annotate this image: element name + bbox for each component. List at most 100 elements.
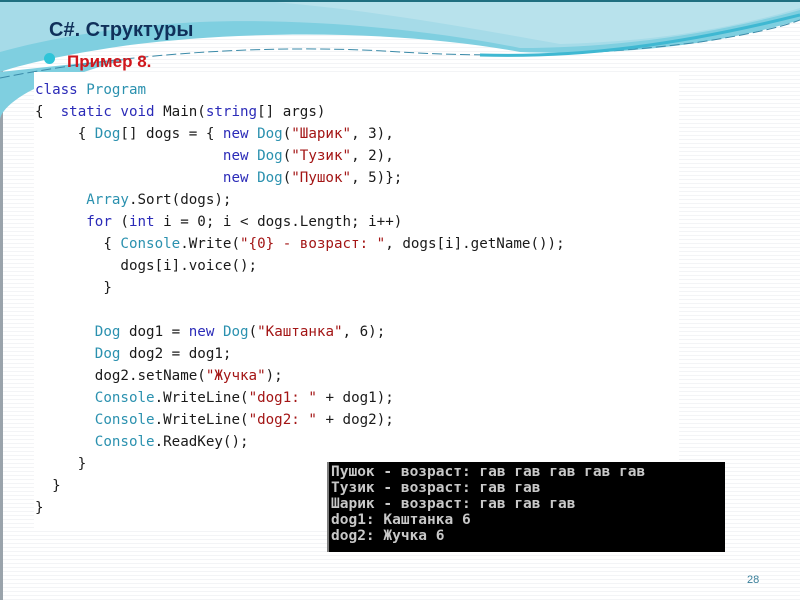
code-token: Dog [257, 170, 283, 186]
code-line: new Dog("Пушок", 5)}; [35, 167, 565, 189]
code-token: "{0} - возраст: " [240, 236, 386, 252]
slide-subtitle: Пример 8. [67, 52, 152, 71]
code-token: Dog [94, 324, 129, 340]
code-token: { [35, 126, 95, 142]
console-line: Шарик - возраст: гав гав гав [331, 496, 576, 512]
code-token: dogs[i].voice(); [35, 258, 258, 274]
code-token: class [35, 82, 87, 98]
code-line: Console.WriteLine("dog1: " + dog1); [35, 387, 565, 409]
code-token: [] dogs = { [120, 126, 223, 142]
code-token: "dog1: " [248, 390, 317, 406]
code-token: Array [86, 192, 129, 208]
code-token: new [222, 126, 258, 142]
code-token: } [35, 456, 87, 472]
code-token: Console [94, 390, 155, 406]
code-token: , 3), [351, 126, 394, 142]
code-token: Dog [94, 126, 121, 142]
code-token: dog2 = dog1; [128, 346, 232, 362]
code-token: .WriteLine( [154, 412, 249, 428]
code-token: "Тузик" [291, 148, 352, 164]
code-line: for (int i = 0; i < dogs.Length; i++) [35, 211, 565, 233]
code-token: for [86, 214, 121, 230]
code-token: Main( [163, 104, 206, 120]
code-line: Console.WriteLine("dog2: " + dog2); [35, 409, 565, 431]
console-output-window: Пушок - возраст: гав гав гав гав гав Тузи… [327, 462, 725, 552]
code-token: dog2.setName( [35, 368, 206, 384]
code-token: } [35, 500, 44, 516]
code-token: "Жучка" [205, 368, 266, 384]
code-token: i = 0; i < dogs.Length; i++) [163, 214, 403, 230]
console-line: Тузик - возраст: гав гав [331, 480, 541, 496]
code-line: } [35, 277, 565, 299]
code-token: + dog2); [316, 412, 394, 428]
code-token: [] args) [257, 104, 326, 120]
code-token: new [222, 170, 258, 186]
code-token: , 6); [342, 324, 386, 340]
code-line: Dog dog2 = dog1; [35, 343, 565, 365]
code-token: } [35, 280, 112, 296]
code-token: { [35, 104, 61, 120]
code-token: new [222, 148, 258, 164]
code-line: dog2.setName("Жучка"); [35, 365, 565, 387]
code-token: Dog [257, 148, 283, 164]
code-line: Console.ReadKey(); [35, 431, 565, 453]
page-number: 28 [747, 574, 760, 586]
code-token: Dog [94, 346, 129, 362]
code-token: ); [265, 368, 283, 384]
code-token: Console [94, 434, 155, 450]
code-token: "Каштанка" [257, 324, 343, 340]
slide-title: C#. Структуры [49, 19, 194, 41]
code-token: dog1 = [128, 324, 189, 340]
code-token: "Пушок" [291, 170, 352, 186]
code-token: , 5)}; [351, 170, 403, 186]
code-line: { Dog[] dogs = { new Dog("Шарик", 3), [35, 123, 565, 145]
code-token: new [188, 324, 223, 340]
console-output-text: Пушок - возраст: гав гав гав гав гав Тузи… [329, 462, 725, 544]
code-token: ( [282, 148, 292, 164]
code-token: , dogs[i].getName()); [385, 236, 565, 252]
console-line: Пушок - возраст: гав гав гав гав гав [331, 464, 646, 480]
code-token: "Шарик" [291, 126, 352, 142]
console-line: dog1: Каштанка 6 [331, 512, 471, 528]
code-token: Console [120, 236, 181, 252]
bullet-icon [44, 53, 55, 64]
code-line: { Console.Write("{0} - возраст: ", dogs[… [35, 233, 565, 255]
code-token: Dog [257, 126, 283, 142]
code-token: int [128, 214, 164, 230]
code-token: Console [94, 412, 155, 428]
code-token: static void [60, 104, 164, 120]
code-line: Dog dog1 = new Dog("Каштанка", 6); [35, 321, 565, 343]
code-token: } [35, 478, 61, 494]
code-token: + dog1); [316, 390, 394, 406]
code-token: { [35, 236, 121, 252]
code-token: Dog [222, 324, 249, 340]
code-token: , 2), [351, 148, 394, 164]
code-line: dogs[i].voice(); [35, 255, 565, 277]
code-token: ( [248, 324, 258, 340]
console-line: dog2: Жучка 6 [331, 528, 445, 544]
code-line: { static void Main(string[] args) [35, 101, 565, 123]
code-line: new Dog("Тузик", 2), [35, 145, 565, 167]
code-token: .Write( [180, 236, 241, 252]
code-token: .WriteLine( [154, 390, 249, 406]
code-token: Program [86, 82, 147, 98]
code-token: .Sort(dogs); [128, 192, 232, 208]
code-token: string [205, 104, 258, 120]
code-block: class Program{ static void Main(string[]… [35, 79, 565, 519]
code-token: ( [282, 126, 292, 142]
code-token: "dog2: " [248, 412, 317, 428]
code-line: Array.Sort(dogs); [35, 189, 565, 211]
code-token: .ReadKey(); [154, 434, 249, 450]
code-token: ( [282, 170, 292, 186]
code-token: ( [120, 214, 129, 230]
